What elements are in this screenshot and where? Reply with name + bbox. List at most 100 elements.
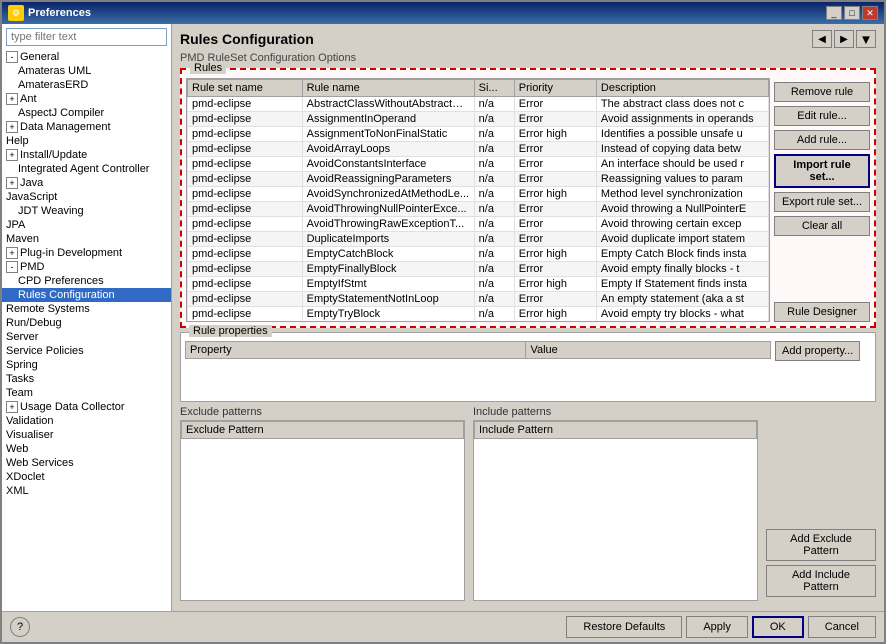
sidebar-item-maven[interactable]: Maven: [2, 232, 171, 246]
add-include-pattern-button[interactable]: Add Include Pattern: [766, 565, 876, 597]
prop-col-property: Property: [186, 342, 526, 359]
table-row[interactable]: pmd-eclipseEmptyTryBlockn/aError highAvo…: [188, 307, 769, 322]
minimize-button[interactable]: _: [826, 6, 842, 20]
properties-sidebar: Add property...: [775, 333, 875, 401]
table-row[interactable]: pmd-eclipseEmptyStatementNotInLoopn/aErr…: [188, 292, 769, 307]
properties-table-area[interactable]: Property Value: [185, 341, 771, 397]
cancel-button[interactable]: Cancel: [808, 616, 876, 638]
maximize-button[interactable]: □: [844, 6, 860, 20]
rules-table: Rule set name Rule name Si... Priority D…: [187, 79, 769, 322]
sidebar-item-java[interactable]: + Java: [2, 176, 171, 190]
tree-area: - General Amateras UML AmaterasERD + Ant…: [2, 50, 171, 611]
col-si: Si...: [474, 80, 514, 97]
table-row[interactable]: pmd-eclipseDuplicateImportsn/aErrorAvoid…: [188, 232, 769, 247]
table-row[interactable]: pmd-eclipseAbstractClassWithoutAbstractM…: [188, 97, 769, 112]
sidebar-item-service-policies[interactable]: Service Policies: [2, 344, 171, 358]
window-icon: ⚙: [8, 5, 24, 21]
preferences-window: ⚙ Preferences _ □ ✕ - General Amateras U…: [0, 0, 886, 644]
table-row[interactable]: pmd-eclipseAssignmentToNonFinalStaticn/a…: [188, 127, 769, 142]
sidebar-item-javascript[interactable]: JavaScript: [2, 190, 171, 204]
apply-button[interactable]: Apply: [686, 616, 748, 638]
close-button[interactable]: ✕: [862, 6, 878, 20]
main-content: Rules Configuration ◀ ▶ ▼ PMD RuleSet Co…: [172, 24, 884, 611]
sidebar-item-tasks[interactable]: Tasks: [2, 372, 171, 386]
edit-rule-button[interactable]: Edit rule...: [774, 106, 870, 126]
menu-button[interactable]: ▼: [856, 30, 876, 48]
sidebar-item-run-debug[interactable]: Run/Debug: [2, 316, 171, 330]
sidebar-item-general[interactable]: - General: [2, 50, 171, 64]
sidebar-item-usage[interactable]: + Usage Data Collector: [2, 400, 171, 414]
sidebar-item-team[interactable]: Team: [2, 386, 171, 400]
table-row[interactable]: pmd-eclipseAvoidThrowingRawExceptionT...…: [188, 217, 769, 232]
sidebar-item-jpa[interactable]: JPA: [2, 218, 171, 232]
table-row[interactable]: pmd-eclipseAvoidSynchronizedAtMethodLe..…: [188, 187, 769, 202]
sidebar-item-xml[interactable]: XML: [2, 484, 171, 498]
sidebar-item-ant[interactable]: + Ant: [2, 92, 171, 106]
table-row[interactable]: pmd-eclipseEmptyFinallyBlockn/aErrorAvoi…: [188, 262, 769, 277]
back-button[interactable]: ◀: [812, 30, 832, 48]
subtitle: PMD RuleSet Configuration Options: [180, 52, 876, 64]
title-bar: ⚙ Preferences _ □ ✕: [2, 2, 884, 24]
sidebar-item-plugin[interactable]: + Plug-in Development: [2, 246, 171, 260]
search-input[interactable]: [6, 28, 167, 46]
add-exclude-pattern-button[interactable]: Add Exclude Pattern: [766, 529, 876, 561]
sidebar-item-spring[interactable]: Spring: [2, 358, 171, 372]
properties-table: Property Value: [185, 341, 771, 359]
forward-button[interactable]: ▶: [834, 30, 854, 48]
sidebar-item-server[interactable]: Server: [2, 330, 171, 344]
sidebar-item-web[interactable]: Web: [2, 442, 171, 456]
prop-col-value: Value: [526, 342, 771, 359]
add-rule-button[interactable]: Add rule...: [774, 130, 870, 150]
patterns-section: Exclude patterns Exclude Pattern: [180, 406, 876, 601]
sidebar-item-jdt[interactable]: JDT Weaving: [2, 204, 171, 218]
restore-defaults-button[interactable]: Restore Defaults: [566, 616, 682, 638]
include-patterns-box[interactable]: Include Pattern: [473, 420, 758, 601]
remove-rule-button[interactable]: Remove rule: [774, 82, 870, 102]
import-rule-set-button[interactable]: Import rule set...: [774, 154, 870, 188]
sidebar-item-aspectj[interactable]: AspectJ Compiler: [2, 106, 171, 120]
expand-icon: +: [6, 149, 18, 161]
sidebar-item-cpd[interactable]: CPD Preferences: [2, 274, 171, 288]
patterns-buttons: Add Exclude Pattern Add Include Pattern: [766, 406, 876, 601]
add-property-button[interactable]: Add property...: [775, 341, 860, 361]
rules-table-area[interactable]: Rule set name Rule name Si... Priority D…: [186, 78, 770, 322]
table-row[interactable]: pmd-eclipseAvoidReassigningParametersn/a…: [188, 172, 769, 187]
help-button[interactable]: ?: [10, 617, 30, 637]
rule-designer-button[interactable]: Rule Designer: [774, 302, 870, 322]
sidebar-item-web-services[interactable]: Web Services: [2, 456, 171, 470]
table-row[interactable]: pmd-eclipseAssignmentInOperandn/aErrorAv…: [188, 112, 769, 127]
window-title: Preferences: [28, 7, 91, 19]
col-desc: Description: [596, 80, 768, 97]
sidebar-item-xdoclet[interactable]: XDoclet: [2, 470, 171, 484]
include-patterns-group: Include patterns Include Pattern: [473, 406, 758, 601]
sidebar-item-validation[interactable]: Validation: [2, 414, 171, 428]
sidebar-item-integrated-agent[interactable]: Integrated Agent Controller: [2, 162, 171, 176]
expand-icon: +: [6, 177, 18, 189]
sidebar-item-remote[interactable]: Remote Systems: [2, 302, 171, 316]
sidebar-item-data-mgmt[interactable]: + Data Management: [2, 120, 171, 134]
ok-button[interactable]: OK: [752, 616, 804, 638]
table-row[interactable]: pmd-eclipseAvoidConstantsInterfacen/aErr…: [188, 157, 769, 172]
exclude-patterns-box[interactable]: Exclude Pattern: [180, 420, 465, 601]
rules-section: Rules Rule set name Rule name Si... Prio…: [180, 68, 876, 328]
expand-icon: -: [6, 51, 18, 63]
expand-icon: +: [6, 401, 18, 413]
table-row[interactable]: pmd-eclipseAvoidThrowingNullPointerExce.…: [188, 202, 769, 217]
export-rule-set-button[interactable]: Export rule set...: [774, 192, 870, 212]
incl-pattern-header: Include Pattern: [475, 422, 757, 439]
rule-properties-label: Rule properties: [189, 325, 272, 337]
sidebar-item-visualiser[interactable]: Visualiser: [2, 428, 171, 442]
table-row[interactable]: pmd-eclipseEmptyCatchBlockn/aError highE…: [188, 247, 769, 262]
sidebar-item-rules-config[interactable]: Rules Configuration: [2, 288, 171, 302]
table-row[interactable]: pmd-eclipseAvoidArrayLoopsn/aErrorInstea…: [188, 142, 769, 157]
sidebar: - General Amateras UML AmaterasERD + Ant…: [2, 24, 172, 611]
sidebar-item-help[interactable]: Help: [2, 134, 171, 148]
clear-all-button[interactable]: Clear all: [774, 216, 870, 236]
col-rulename: Rule name: [302, 80, 474, 97]
sidebar-item-amateras-uml[interactable]: Amateras UML: [2, 64, 171, 78]
expand-icon: -: [6, 261, 18, 273]
table-row[interactable]: pmd-eclipseEmptyIfStmtn/aError highEmpty…: [188, 277, 769, 292]
sidebar-item-install[interactable]: + Install/Update: [2, 148, 171, 162]
sidebar-item-pmd[interactable]: - PMD: [2, 260, 171, 274]
sidebar-item-amateras-erd[interactable]: AmaterasERD: [2, 78, 171, 92]
